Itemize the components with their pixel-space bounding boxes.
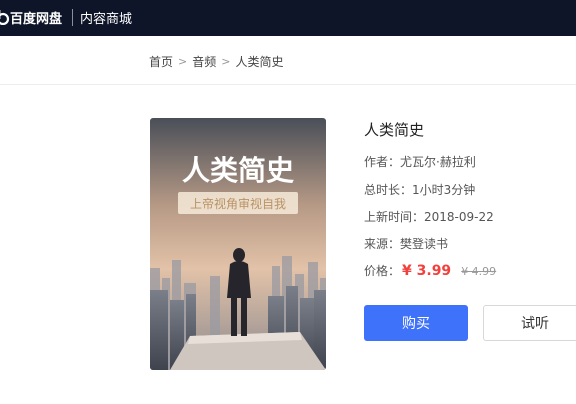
duration-value: 1小时3分钟 [412,183,476,197]
breadcrumb: 首页 > 音频 > 人类简史 [149,53,283,70]
updated-label: 上新时间： [364,210,425,224]
price-row: 价格： ¥ 3.99 ¥ 4.99 [364,262,496,279]
header-divider [0,84,576,85]
author-label: 作者： [364,155,401,169]
top-navigation-bar: 百度网盘 内容商城 [0,0,576,36]
book-cover: 人类简史 上帝视角审视自我 [150,118,326,370]
buy-button[interactable]: 购买 [364,305,468,341]
section-name[interactable]: 内容商城 [80,8,132,27]
breadcrumb-current: 人类简史 [235,55,284,69]
breadcrumb-home[interactable]: 首页 [149,53,173,70]
original-price: ¥ 4.99 [461,265,497,278]
updated-value: 2018-09-22 [424,210,494,224]
price-label: 价格： [364,264,401,278]
author-value: 尤瓦尔·赫拉利 [400,155,476,169]
duration-row: 总时长：1小时3分钟 [364,181,475,198]
source-label: 来源： [364,237,401,251]
brand-name[interactable]: 百度网盘 [10,8,62,27]
book-title: 人类简史 [364,121,425,139]
breadcrumb-audio[interactable]: 音频 [192,53,216,70]
author-row: 作者：尤瓦尔·赫拉利 [364,153,476,170]
source-value: 樊登读书 [400,237,449,251]
brand-divider [72,9,73,26]
cover-subtitle: 上帝视角审视自我 [190,196,286,211]
updated-row: 上新时间：2018-09-22 [364,208,494,225]
current-price: ¥ 3.99 [402,263,452,279]
source-row: 来源：樊登读书 [364,235,448,252]
try-listen-button[interactable]: 试听 [483,305,576,341]
cover-title: 人类简史 [182,154,294,187]
baidu-netdisk-logo-icon [0,10,10,25]
breadcrumb-separator: > [178,55,188,68]
breadcrumb-separator: > [221,55,231,68]
duration-label: 总时长： [364,183,413,197]
